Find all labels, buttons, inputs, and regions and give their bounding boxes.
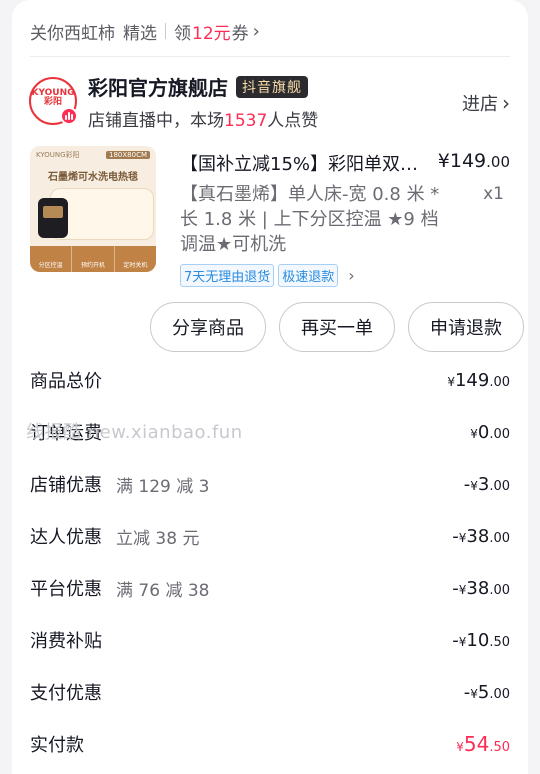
summary-row-platform-discount: 平台优惠 满 76 减 38 -¥38.00 <box>30 573 510 603</box>
enter-store-button[interactable]: 进店 › <box>462 90 510 116</box>
selected-label: 精选 <box>123 23 157 44</box>
tag-return: 7天无理由退货 <box>180 264 275 287</box>
summary-row-subsidy: 消费补贴 -¥10.50 <box>30 625 510 655</box>
amount-int: 5 <box>477 681 490 703</box>
thumb-header: KYOUNG彩阳 180X80CM <box>30 146 156 164</box>
product-title[interactable]: 【国补立减15%】彩阳单双人床-宽 <box>180 150 430 176</box>
row-amount: -¥3.00 <box>464 474 510 495</box>
product-quantity: x1 <box>483 184 504 204</box>
row-label: 平台优惠 <box>30 579 102 600</box>
store-live-status: 店铺直播中，本场1537人点赞 <box>88 106 318 131</box>
thumb-size: 180X80CM <box>106 151 150 159</box>
row-note: 立减 38 元 <box>116 528 200 549</box>
amount-dec: .00 <box>489 478 510 494</box>
product-price: ¥149.00 <box>438 150 510 172</box>
divider <box>30 56 510 57</box>
thumb-feature: 预约开机 <box>72 246 115 272</box>
row-note: 满 129 减 3 <box>116 476 210 497</box>
row-label: 消费补贴 <box>30 631 102 652</box>
thumb-title: 石墨烯可水洗电热毯 <box>48 172 138 183</box>
tag-fast-refund: 极速退款 <box>278 264 339 287</box>
amount-dec: .00 <box>489 582 510 598</box>
row-label: 达人优惠 <box>30 527 102 548</box>
share-product-button[interactable]: 分享商品 <box>150 302 266 352</box>
store-name: 彩阳官方旗舰店 <box>88 76 228 100</box>
store-badge: 抖音旗舰 <box>236 75 308 98</box>
watermark: 线报酷 new.xianbao.fun <box>26 422 243 443</box>
amount-currency: ¥ <box>447 374 455 389</box>
summary-row-total: 商品总价 ¥149.00 <box>30 365 510 395</box>
amount-dec: .50 <box>489 634 510 650</box>
row-amount: -¥5.00 <box>464 682 510 703</box>
amount-int: 149 <box>454 369 490 391</box>
row-note: 满 76 减 38 <box>116 580 210 601</box>
summary-row-payment-discount: 支付优惠 -¥5.00 <box>30 677 510 707</box>
coupon-amount: 12元 <box>192 23 231 44</box>
thumb-brand: KYOUNG彩阳 <box>36 151 80 159</box>
row-amount-paid: ¥54.50 <box>456 732 510 756</box>
store-name-row[interactable]: 彩阳官方旗舰店 抖音旗舰 <box>88 72 308 101</box>
amount-int: 38 <box>466 577 490 599</box>
row-label: 支付优惠 <box>30 683 102 704</box>
thumb-features: 分区控温 预约开机 定时关机 <box>30 246 156 272</box>
follow-text[interactable]: 关你西虹柿 <box>30 19 115 44</box>
amount-currency: ¥ <box>470 478 478 493</box>
controller-image <box>38 198 68 238</box>
price-int: ¥149 <box>437 150 487 172</box>
summary-row-paid: 实付款 ¥54.50 <box>30 729 510 759</box>
amount-currency: ¥ <box>470 426 478 441</box>
live-icon <box>60 107 78 125</box>
divider <box>165 23 166 39</box>
row-amount: ¥149.00 <box>447 370 510 391</box>
row-label: 商品总价 <box>30 371 102 392</box>
enter-store-label: 进店 <box>462 94 498 115</box>
store-logo[interactable]: KYOUNG 彩阳 <box>29 77 78 125</box>
row-amount: ¥0.00 <box>470 422 510 443</box>
chevron-right-icon: › <box>502 91 510 115</box>
price-dec: .00 <box>486 153 510 171</box>
amount-dec: .50 <box>489 740 510 755</box>
row-label: 店铺优惠 <box>30 475 102 496</box>
coupon-suffix: 券 <box>231 23 249 44</box>
amount-dec: .00 <box>489 374 510 390</box>
thumb-feature: 分区控温 <box>30 246 73 272</box>
summary-row-store-discount: 店铺优惠 满 129 减 3 -¥3.00 <box>30 469 510 499</box>
coupon-prefix: 领 <box>174 23 191 44</box>
product-spec: 【真石墨烯】单人床-宽 0.8 米 *长 1.8 米 | 上下分区控温 ★9 档… <box>180 184 440 255</box>
chevron-right-icon[interactable]: › <box>253 21 260 42</box>
like-count: 1537 <box>224 111 268 131</box>
amount-currency: ¥ <box>470 686 478 701</box>
refund-button[interactable]: 申请退款 <box>408 302 524 352</box>
amount-dec: .00 <box>489 686 510 702</box>
live-prefix: 店铺直播中，本场 <box>88 111 224 131</box>
amount-int: 0 <box>477 421 490 443</box>
order-topbar: 关你西虹柿 精选 领12元券 › <box>30 18 510 44</box>
product-thumbnail[interactable]: KYOUNG彩阳 180X80CM 石墨烯可水洗电热毯 分区控温 预约开机 定时… <box>30 146 156 272</box>
service-tags[interactable]: 7天无理由退货 极速退款 › <box>180 264 355 287</box>
amount-int: 38 <box>466 525 490 547</box>
rebuy-button[interactable]: 再买一单 <box>279 302 395 352</box>
amount-int: 10 <box>466 629 490 651</box>
coupon-link[interactable]: 领12元券 <box>174 19 249 44</box>
row-amount: -¥38.00 <box>452 526 510 547</box>
amount-int: 3 <box>477 473 490 495</box>
amount-dec: .00 <box>489 426 510 442</box>
amount-int: 54 <box>463 732 490 756</box>
thumb-feature: 定时关机 <box>123 262 148 269</box>
summary-row-influencer-discount: 达人优惠 立减 38 元 -¥38.00 <box>30 521 510 551</box>
row-label: 实付款 <box>30 735 84 756</box>
store-logo-text: KYOUNG 彩阳 <box>31 88 75 107</box>
live-suffix: 人点赞 <box>267 111 319 131</box>
chevron-right-icon[interactable]: › <box>348 266 354 285</box>
amount-dec: .00 <box>489 530 510 546</box>
row-amount: -¥10.50 <box>452 630 510 651</box>
amount-currency: ¥ <box>456 740 464 754</box>
row-amount: -¥38.00 <box>452 578 510 599</box>
